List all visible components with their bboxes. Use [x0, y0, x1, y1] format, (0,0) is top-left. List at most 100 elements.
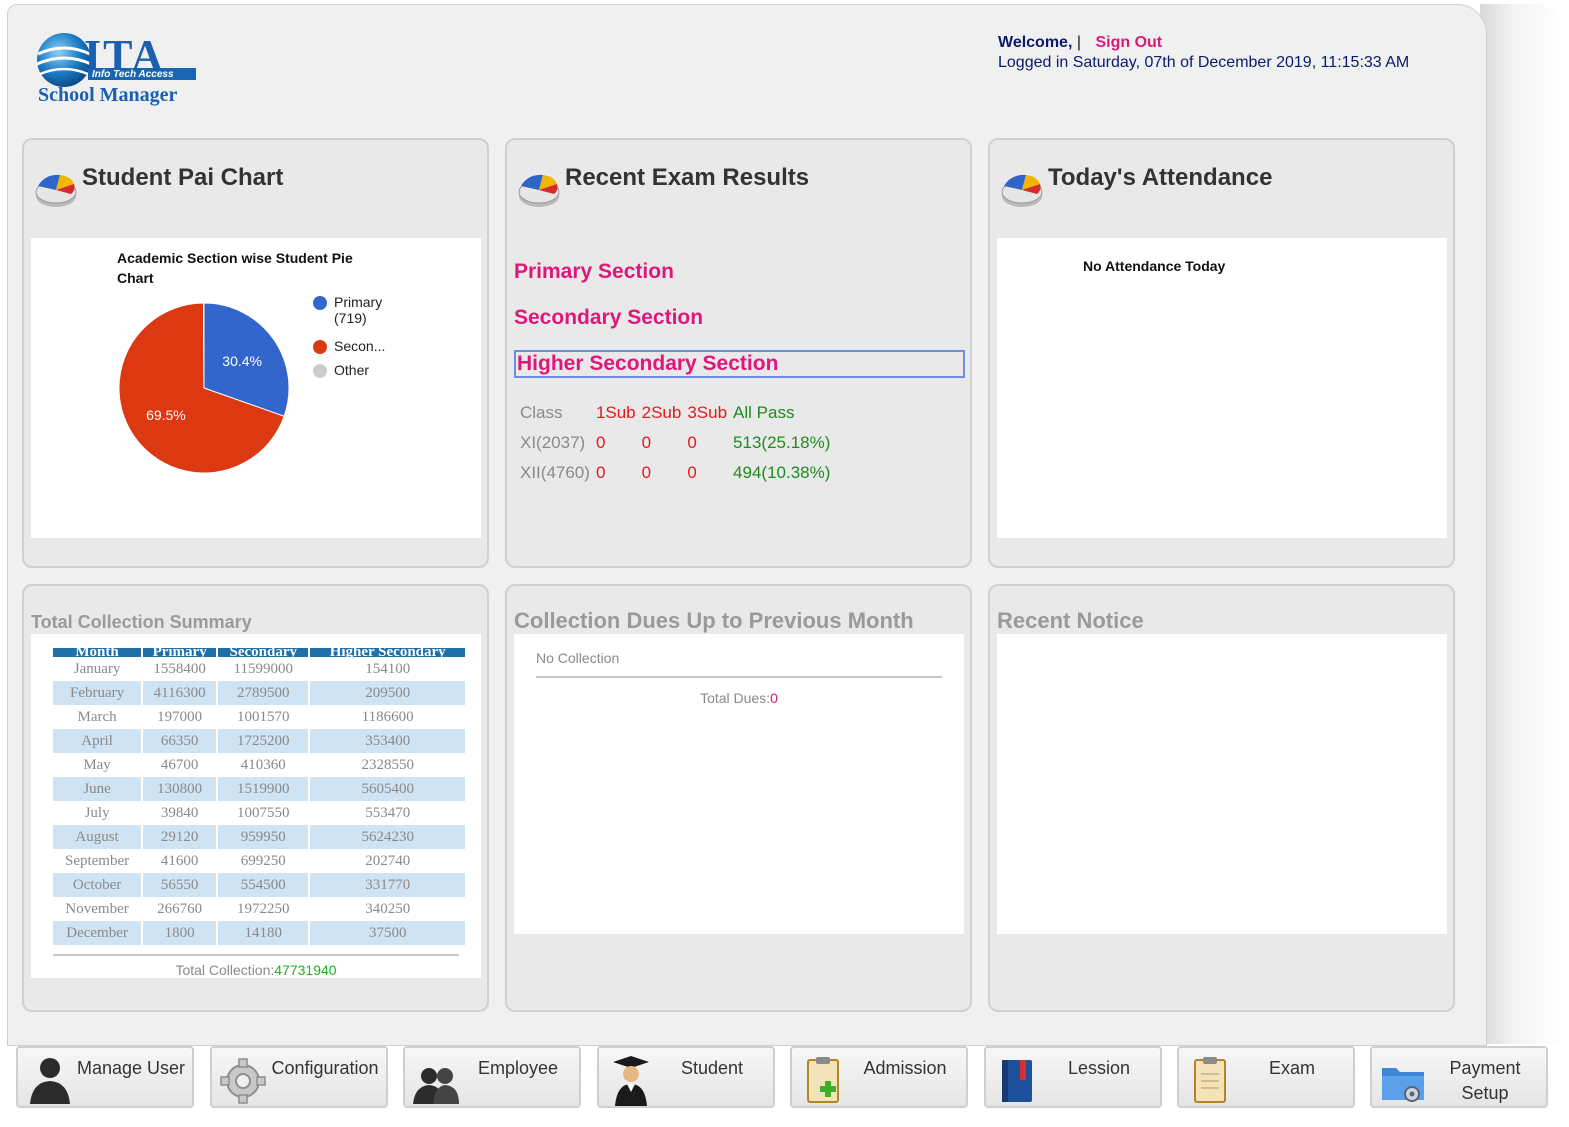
total-dues-value: 0 [770, 690, 778, 706]
primary-cell: 29120 [142, 825, 219, 849]
dues-area: No Collection Total Dues:0 [514, 634, 964, 934]
legend-item-secondary[interactable]: Secon... [334, 338, 385, 354]
panel-title: Collection Dues Up to Previous Month [514, 608, 914, 633]
legend-item-other[interactable]: Other [334, 362, 369, 378]
legend-value: (719) [334, 310, 367, 326]
sub1-cell: 0 [595, 463, 606, 482]
welcome-line: Welcome, | Sign Out [998, 34, 1162, 52]
secondary-cell: 1972250 [217, 897, 311, 921]
secondary-section-link[interactable]: Secondary Section [514, 306, 703, 330]
header-class: Class [520, 403, 563, 422]
primary-cell: 266760 [142, 897, 219, 921]
ita-logo[interactable]: ITA Info Tech Access School Manager [30, 28, 210, 114]
primary-cell: 197000 [142, 705, 219, 729]
nav-payment-setup-button[interactable]: Payment Setup [1370, 1046, 1548, 1108]
panel-title: Total Collection Summary [31, 612, 252, 632]
secondary-cell: 1001570 [217, 705, 311, 729]
secondary-cell: 11599000 [217, 657, 311, 681]
primary-cell: 130800 [142, 777, 219, 801]
nav-employee-button[interactable]: Employee [403, 1046, 581, 1108]
higher-secondary-cell: 353400 [309, 729, 467, 753]
secondary-cell: 2789500 [217, 681, 311, 705]
nav-exam-button[interactable]: Exam [1177, 1046, 1355, 1108]
month-cell: October [53, 873, 144, 897]
class-cell: XII(4760) [520, 463, 590, 482]
logo-product-text: School Manager [38, 84, 178, 106]
primary-cell: 66350 [142, 729, 219, 753]
nav-label: Admission [863, 1058, 947, 1078]
secondary-cell: 410360 [217, 753, 311, 777]
nav-manage-user-button[interactable]: Manage User [16, 1046, 194, 1108]
nav-label: Student [680, 1058, 744, 1078]
divider [536, 676, 942, 678]
clipboard-icon [1194, 1057, 1226, 1103]
all-pass-cell: 494(10.38%) [733, 463, 831, 482]
nav-student-button[interactable]: Student [597, 1046, 775, 1108]
higher-secondary-cell: 202740 [309, 849, 467, 873]
collection-row: April 66350 1725200 353400 [53, 729, 467, 753]
total-collection-label: Total Collection: [175, 962, 275, 978]
pie-chart-icon [1001, 174, 1043, 207]
collection-row: May 46700 410360 2328550 [53, 753, 467, 777]
higher-secondary-cell: 1186600 [309, 705, 467, 729]
book-icon [1002, 1060, 1032, 1102]
higher-secondary-section-link[interactable]: Higher Secondary Section [514, 350, 965, 378]
collection-row: August 29120 959950 5624230 [53, 825, 467, 849]
secondary-cell: 1519900 [217, 777, 311, 801]
collection-row: October 56550 554500 331770 [53, 873, 467, 897]
header-2sub: 2Sub [641, 403, 682, 422]
pie-slice-label: 30.4% [222, 353, 262, 369]
pie-chart: 30.4% 69.5% [118, 302, 290, 474]
month-cell: August [53, 825, 144, 849]
pie-slice-other[interactable] [202, 302, 205, 389]
attendance-panel: Today's Attendance No Attendance Today [988, 138, 1455, 568]
nav-admission-button[interactable]: Admission [790, 1046, 968, 1108]
logo-sub-text: Info Tech Access [92, 69, 174, 80]
primary-cell: 56550 [142, 873, 219, 897]
legend-item-primary[interactable]: Primary (719) [334, 294, 382, 326]
month-cell: July [53, 801, 144, 825]
primary-section-link[interactable]: Primary Section [514, 260, 674, 284]
header-1sub: 1Sub [595, 403, 636, 422]
header-3sub: 3Sub [687, 403, 728, 422]
secondary-cell: 959950 [217, 825, 311, 849]
separator: | [1076, 34, 1082, 51]
primary-cell: 1558400 [142, 657, 219, 681]
higher-secondary-cell: 2328550 [309, 753, 467, 777]
total-collection-value: 47731940 [274, 962, 337, 978]
collection-row: December 1800 14180 37500 [53, 921, 467, 945]
month-cell: November [53, 897, 144, 921]
month-cell: June [53, 777, 144, 801]
user-icon [30, 1058, 70, 1104]
higher-secondary-cell: 37500 [309, 921, 467, 945]
exam-row: XI(2037) 0 0 0 513(25.18%) [517, 428, 833, 458]
pie-chart-icon [518, 174, 560, 207]
primary-cell: 41600 [142, 849, 219, 873]
legend-dot [313, 340, 327, 354]
chart-area: Academic Section wise Student Pie Chart … [31, 238, 481, 538]
graduate-icon [613, 1056, 649, 1106]
collection-row: September 41600 699250 202740 [53, 849, 467, 873]
month-cell: May [53, 753, 144, 777]
legend-label: Primary [334, 294, 383, 310]
attendance-area: No Attendance Today [997, 238, 1447, 538]
total-dues-label: Total Dues: [700, 690, 771, 706]
total-dues-line: Total Dues:0 [514, 690, 964, 706]
divider [53, 954, 459, 956]
collection-row: February 4116300 2789500 209500 [53, 681, 467, 705]
nav-configuration-button[interactable]: Configuration [210, 1046, 388, 1108]
nav-lession-button[interactable]: Lession [984, 1046, 1162, 1108]
sub2-cell: 0 [641, 433, 652, 452]
month-cell: April [53, 729, 144, 753]
all-pass-cell: 513(25.18%) [733, 433, 831, 452]
notice-area [997, 634, 1447, 934]
header-secondary: Secondary [217, 648, 311, 657]
student-chart-panel: Student Pai Chart Academic Section wise … [22, 138, 489, 568]
secondary-cell: 554500 [217, 873, 311, 897]
no-collection-message: No Collection [536, 650, 620, 666]
sign-out-link[interactable]: Sign Out [1095, 34, 1162, 51]
legend-dot [313, 296, 327, 310]
nav-label: Lession [1067, 1058, 1131, 1078]
collection-row: March 197000 1001570 1186600 [53, 705, 467, 729]
sub2-cell: 0 [641, 463, 652, 482]
